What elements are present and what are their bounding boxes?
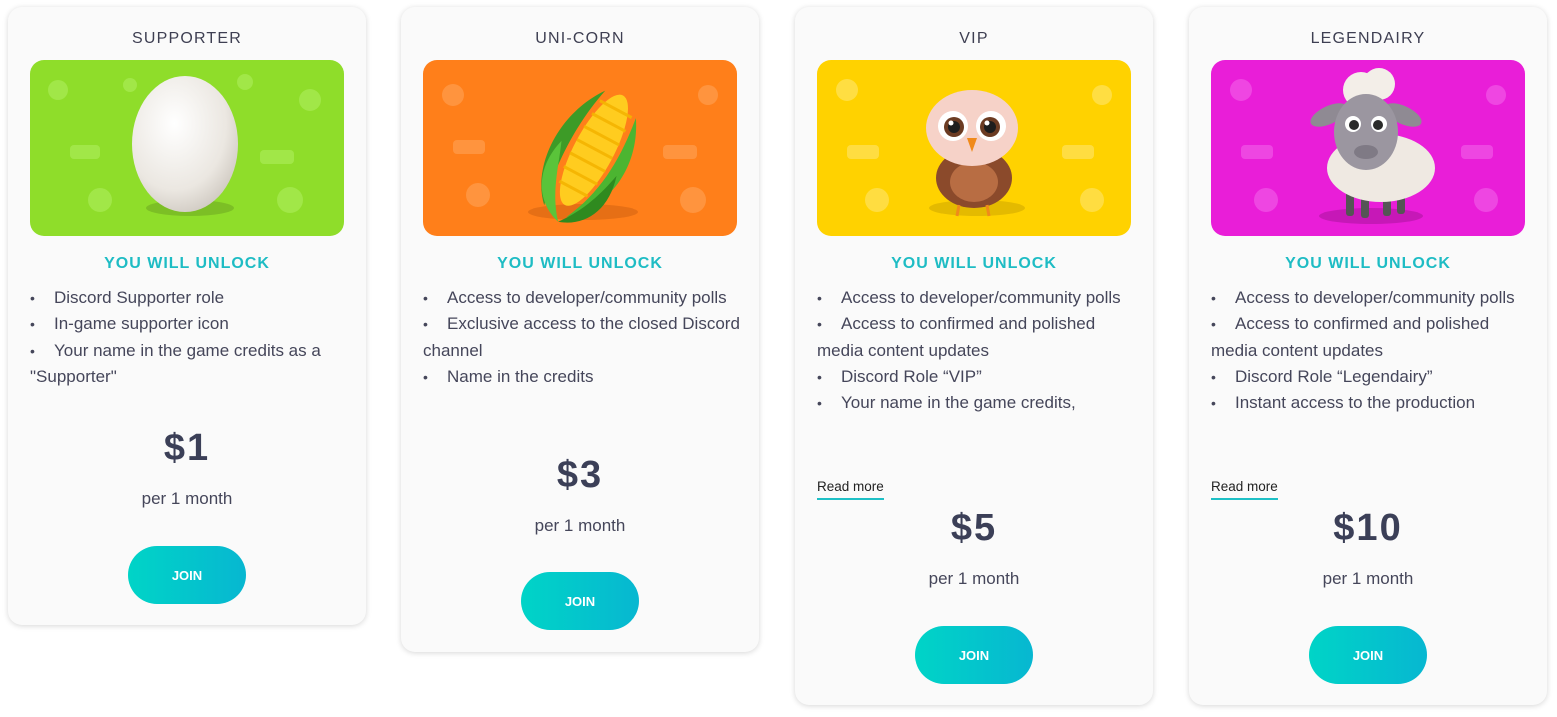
billing-period: per 1 month bbox=[1322, 569, 1414, 588]
perk-item: Access to developer/community polls bbox=[423, 285, 745, 312]
billing-period: per 1 month bbox=[928, 569, 1020, 588]
read-more-link[interactable]: Read more bbox=[1211, 479, 1278, 500]
egg-illustration bbox=[30, 60, 344, 236]
join-button[interactable]: JOIN bbox=[521, 572, 639, 630]
corn-illustration bbox=[423, 60, 737, 236]
perk-item: Your name in the game credits, bbox=[817, 390, 1139, 417]
tier-card-legendairy: LEGENDAIRY YOU WILL UNLOCK Acces bbox=[1189, 7, 1547, 705]
perk-item: Access to confirmed and polished media c… bbox=[1211, 311, 1533, 364]
perk-item: Instant access to the production bbox=[1211, 390, 1533, 417]
join-button[interactable]: JOIN bbox=[1309, 626, 1427, 684]
sheep-illustration bbox=[1211, 60, 1525, 236]
price: $10 bbox=[1333, 507, 1403, 549]
perks-list: Discord Supporter role In-game supporter… bbox=[30, 285, 352, 390]
perk-item: Access to developer/community polls bbox=[1211, 285, 1533, 312]
perks-list: Access to developer/community polls Acce… bbox=[1211, 285, 1533, 417]
perk-item: Discord Role “VIP” bbox=[817, 364, 1139, 391]
unlock-heading: YOU WILL UNLOCK bbox=[891, 255, 1057, 272]
join-button[interactable]: JOIN bbox=[128, 546, 246, 604]
join-button[interactable]: JOIN bbox=[915, 626, 1033, 684]
tier-banner bbox=[1211, 60, 1525, 236]
perk-item: Discord Supporter role bbox=[30, 285, 352, 312]
perk-item: Your name in the game credits as a "Supp… bbox=[30, 338, 352, 391]
tier-title: SUPPORTER bbox=[131, 30, 243, 47]
tier-title: UNI-CORN bbox=[535, 30, 625, 47]
perk-item: Access to confirmed and polished media c… bbox=[817, 311, 1139, 364]
unlock-heading: YOU WILL UNLOCK bbox=[104, 255, 270, 272]
perks-list: Access to developer/community polls Excl… bbox=[423, 285, 745, 390]
owl-illustration bbox=[817, 60, 1131, 236]
tier-banner bbox=[423, 60, 737, 236]
price: $1 bbox=[163, 427, 211, 469]
tier-card-supporter: SUPPORTER YOU WILL UNLOCK Discord Suppo bbox=[8, 7, 366, 625]
tier-title: LEGENDAIRY bbox=[1310, 30, 1426, 47]
price: $5 bbox=[950, 507, 998, 549]
tier-card-vip: VIP YOU WILL UNLOCK Access to developer/… bbox=[795, 7, 1153, 705]
perk-item: In-game supporter icon bbox=[30, 311, 352, 338]
perk-item: Discord Role “Legendairy” bbox=[1211, 364, 1533, 391]
perks-list: Access to developer/community polls Acce… bbox=[817, 285, 1139, 417]
billing-period: per 1 month bbox=[534, 516, 626, 535]
read-more-link[interactable]: Read more bbox=[817, 479, 884, 500]
price: $3 bbox=[556, 454, 604, 496]
tier-title: VIP bbox=[959, 30, 989, 47]
tier-card-uni-corn: UNI-CORN YOU WILL UNLOCK • Access to dev… bbox=[401, 7, 759, 652]
billing-period: per 1 month bbox=[141, 489, 233, 508]
unlock-heading: YOU WILL UNLOCK bbox=[497, 255, 663, 272]
tier-banner bbox=[30, 60, 344, 236]
perk-item: Access to developer/community polls bbox=[817, 285, 1139, 312]
perk-item: Exclusive access to the closed Discord c… bbox=[423, 311, 745, 364]
tier-banner bbox=[817, 60, 1131, 236]
perk-item: Name in the credits bbox=[423, 364, 745, 391]
unlock-heading: YOU WILL UNLOCK bbox=[1285, 255, 1451, 272]
